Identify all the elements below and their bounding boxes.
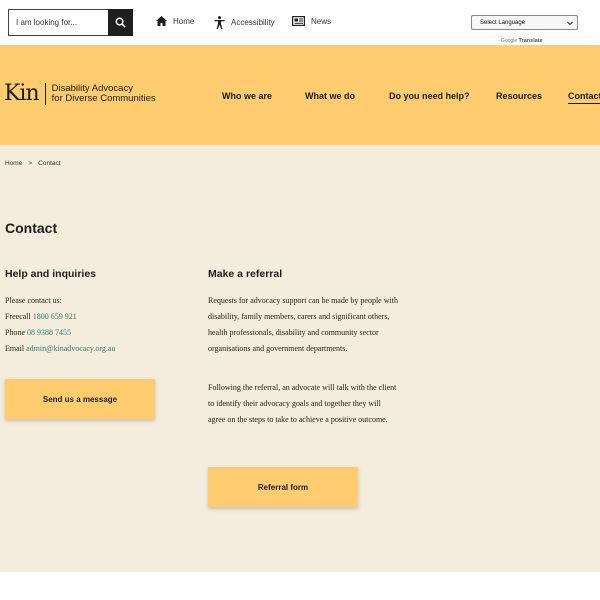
site-logo[interactable]: Kin Disability Advocacy for Diverse Comm… bbox=[4, 83, 156, 105]
nav-do-you-need-help[interactable]: Do you need help? bbox=[389, 91, 470, 101]
logo-divider bbox=[44, 83, 46, 105]
search-icon bbox=[115, 17, 126, 28]
help-heading: Help and inquiries bbox=[5, 268, 97, 280]
page-title: Contact bbox=[5, 220, 58, 236]
logo-tagline: Disability Advocacy for Diverse Communit… bbox=[52, 84, 156, 104]
utility-bar: Home Accessibility News Select Language … bbox=[0, 0, 600, 45]
main-content: Home > Contact Contact Help and inquiries … bbox=[0, 145, 600, 572]
news-icon bbox=[292, 16, 305, 26]
home-link-label: Home bbox=[173, 16, 195, 26]
nav-who-we-are[interactable]: Who we are bbox=[222, 91, 272, 101]
news-link-label: News bbox=[311, 16, 332, 26]
logo-mark: Kin bbox=[4, 81, 40, 106]
chevron-down-icon bbox=[567, 20, 573, 26]
news-link[interactable]: News bbox=[292, 16, 331, 26]
site-header: Kin Disability Advocacy for Diverse Comm… bbox=[0, 45, 600, 145]
contact-intro: Please contact us: bbox=[5, 296, 62, 305]
referral-heading: Make a referral bbox=[208, 268, 283, 280]
phone-link[interactable]: 08 9388 7455 bbox=[27, 328, 71, 337]
email-line: Email admin@kinadvocacy.org.au bbox=[5, 341, 185, 357]
breadcrumb-separator: > bbox=[28, 160, 33, 167]
language-select-value: Select Language bbox=[480, 19, 526, 26]
home-link[interactable]: Home bbox=[156, 16, 194, 26]
phone-label: Phone bbox=[5, 328, 25, 337]
freecall-line: Freecall 1800 659 921 bbox=[5, 309, 185, 325]
home-icon bbox=[156, 16, 167, 26]
breadcrumb-current: Contact bbox=[38, 160, 61, 167]
freecall-label: Freecall bbox=[5, 312, 31, 321]
email-label: Email bbox=[5, 344, 25, 353]
translate-label: Translate bbox=[518, 38, 543, 44]
phone-line: Phone 08 9388 7455 bbox=[5, 325, 185, 341]
freecall-link[interactable]: 1800 659 921 bbox=[33, 312, 77, 321]
accessibility-icon bbox=[214, 16, 225, 29]
contact-details: Please contact us: Freecall 1800 659 921… bbox=[5, 293, 185, 357]
nav-resources[interactable]: Resources bbox=[496, 91, 542, 101]
search-button[interactable] bbox=[108, 9, 133, 36]
nav-contact[interactable]: Contact bbox=[568, 91, 600, 104]
nav-what-we-do[interactable]: What we do bbox=[305, 91, 355, 101]
page-bottom bbox=[0, 572, 600, 600]
referral-form-button[interactable]: Referral form bbox=[208, 467, 358, 507]
referral-paragraph-2: Following the referral, an advocate will… bbox=[208, 383, 397, 424]
breadcrumb: Home > Contact bbox=[5, 160, 61, 167]
send-message-button[interactable]: Send us a message bbox=[5, 379, 155, 419]
search-form bbox=[8, 9, 133, 36]
google-label: Google bbox=[501, 38, 518, 44]
search-input[interactable] bbox=[8, 9, 108, 36]
google-translate-credit[interactable]: Google Translate bbox=[501, 38, 543, 44]
breadcrumb-home[interactable]: Home bbox=[5, 160, 22, 167]
language-select[interactable]: Select Language bbox=[471, 15, 578, 30]
email-link[interactable]: admin@kinadvocacy.org.au bbox=[26, 344, 115, 353]
referral-paragraph-1: Requests for advocacy support can be mad… bbox=[208, 296, 398, 353]
accessibility-link[interactable]: Accessibility bbox=[214, 16, 275, 29]
accessibility-link-label: Accessibility bbox=[231, 18, 275, 27]
logo-tagline-line2: for Diverse Communities bbox=[51, 93, 156, 104]
